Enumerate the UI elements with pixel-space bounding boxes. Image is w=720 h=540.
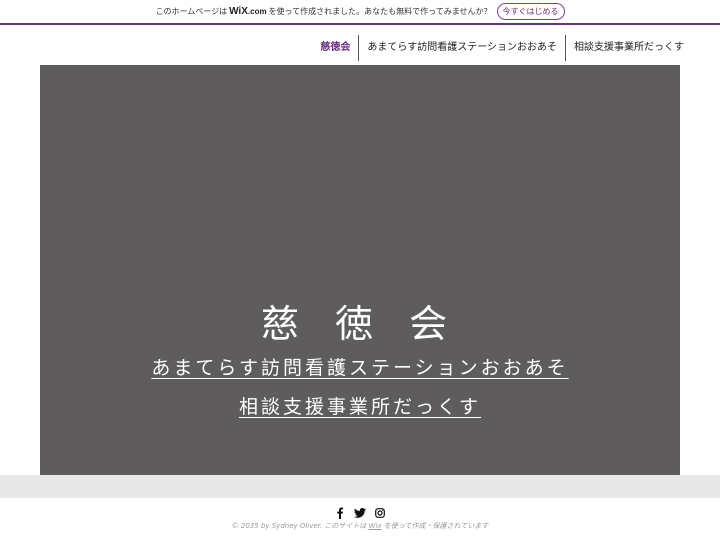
hero-title: 慈 徳 会 bbox=[260, 302, 460, 346]
start-now-button[interactable]: 今すぐはじめる bbox=[496, 3, 565, 20]
wix-logo-main: WiX bbox=[229, 6, 248, 17]
copyright-prefix: © 2035 by Sydney Oliver. このサイトは bbox=[231, 522, 367, 530]
wix-banner-text-before: このホームページは bbox=[155, 7, 228, 16]
facebook-icon[interactable] bbox=[333, 506, 347, 520]
copyright-suffix: を使って作成・保護されています bbox=[383, 522, 489, 530]
hero-section: 慈 徳 会 あまてらす訪問看護ステーションおおあそ 相談支援事業所だっくす bbox=[40, 65, 680, 475]
footer-band bbox=[0, 475, 720, 498]
wix-promo-banner: このホームページは WiX.com を使って作成されました。あなたも無料で作って… bbox=[0, 0, 720, 25]
nav-item-dakkusu[interactable]: 相談支援事業所だっくす bbox=[566, 35, 692, 61]
hero-link-dakkusu[interactable]: 相談支援事業所だっくす bbox=[40, 392, 680, 419]
wix-logo[interactable]: WiX.com bbox=[229, 6, 266, 17]
wix-banner-text-after: を使って作成されました。あなたも無料で作ってみませんか？ bbox=[268, 7, 492, 16]
social-bar bbox=[0, 506, 720, 520]
wix-logo-suffix: .com bbox=[247, 7, 267, 16]
hero-link-amaterasu[interactable]: あまてらす訪問看護ステーションおおあそ bbox=[40, 353, 680, 380]
copyright-text: © 2035 by Sydney Oliver. このサイトは Wix を使って… bbox=[0, 521, 720, 531]
copyright-wix-link[interactable]: Wix bbox=[369, 522, 382, 530]
main-nav: 慈徳会 あまてらす訪問看護ステーションおおあそ 相談支援事業所だっくす bbox=[312, 34, 692, 62]
twitter-icon[interactable] bbox=[353, 506, 367, 520]
instagram-icon[interactable] bbox=[373, 506, 387, 520]
hero-link-amaterasu-label[interactable]: あまてらす訪問看護ステーションおおあそ bbox=[151, 357, 568, 379]
nav-item-jitokukai[interactable]: 慈徳会 bbox=[312, 35, 358, 61]
hero-link-dakkusu-label[interactable]: 相談支援事業所だっくす bbox=[239, 396, 481, 418]
nav-item-amaterasu[interactable]: あまてらす訪問看護ステーションおおあそ bbox=[359, 35, 565, 61]
